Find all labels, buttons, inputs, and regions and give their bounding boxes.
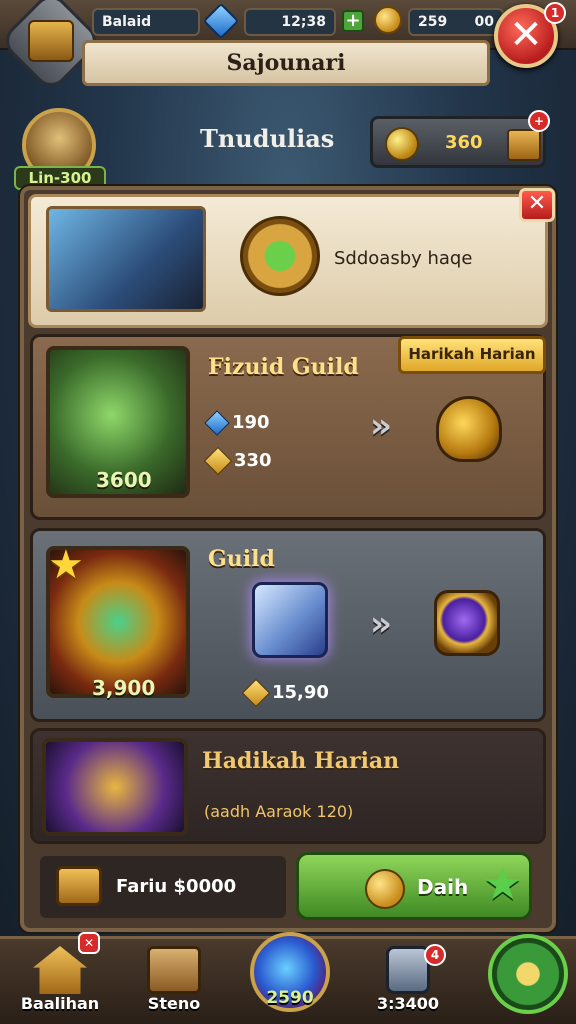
chest-icon [507, 129, 541, 161]
close-badge: 1 [544, 2, 566, 24]
card-1-gems-value: 190 [232, 412, 270, 433]
daily-button[interactable]: Daih ★ [296, 852, 532, 920]
coin-icon [365, 869, 405, 909]
card-1-gems: 190 [204, 409, 270, 436]
gold-counter[interactable]: 360 [370, 116, 546, 168]
header-banner: Sajounari [82, 40, 490, 86]
settings-orb-icon[interactable] [488, 934, 568, 1014]
nav-mail-label: 3:3400 [376, 994, 440, 1013]
gold-value: 360 [445, 132, 483, 153]
featured-hero-image [46, 206, 206, 312]
daily-button-label: Daih [417, 875, 469, 899]
extra-count: 00 [474, 14, 494, 30]
gold-leaf-icon [385, 127, 419, 161]
footer-left-text: Fariu $0000 [116, 876, 237, 897]
coin-icon [374, 6, 402, 34]
featured-close-button[interactable]: ✕ [519, 188, 555, 222]
card-1-coins-value: 330 [234, 450, 272, 471]
daily-reward-image [42, 738, 188, 836]
arrow-right-icon: » [370, 406, 392, 446]
card-2-title: Guild [208, 546, 275, 572]
harian-tag[interactable]: Harikah Harian [398, 336, 546, 374]
chest-profile-icon[interactable] [28, 20, 74, 62]
coin-count: 259 [418, 14, 448, 30]
gem-icon [204, 409, 230, 436]
reward-pouch-icon[interactable] [436, 396, 502, 462]
home-icon [33, 946, 87, 994]
card-1-title: Fizuid Guild [208, 354, 359, 380]
card-3-title: Hadikah Harian [202, 748, 400, 774]
gem-chest-icon [252, 582, 328, 658]
card-2-cost-value: 15,90 [272, 682, 329, 703]
store-box-icon [147, 946, 201, 994]
nav-store-label: Steno [147, 994, 201, 1013]
star-icon: ★ [48, 542, 84, 588]
coin-icon [203, 446, 233, 475]
coin-icon [241, 678, 271, 707]
add-gems-button[interactable]: + [342, 10, 364, 32]
reward-gem-icon[interactable] [434, 590, 500, 656]
nav-mail-badge: 4 [424, 944, 446, 966]
arrow-right-icon: » [370, 604, 392, 644]
portrait-2-label: 3,900 [92, 676, 156, 700]
add-gold-badge[interactable]: + [528, 110, 550, 132]
nav-home-close-badge[interactable]: ✕ [78, 932, 100, 954]
nav-center-label: 2590 [266, 988, 314, 1008]
card-3-subtitle: (aadh Aaraok 120) [204, 802, 354, 821]
coin-counter: 259 00 [408, 8, 504, 36]
profile-name-pill: Balaid [92, 8, 200, 36]
card-2-cost: 15,90 [241, 678, 329, 707]
gem-count: 12;38 [281, 14, 326, 30]
star-icon: ★ [483, 859, 523, 910]
emblem-icon [240, 216, 320, 296]
nav-store[interactable]: Steno [126, 940, 222, 1024]
card-1-coins: 330 [203, 446, 272, 475]
featured-text: Sddoasby haqe [334, 248, 473, 269]
chest-icon [56, 866, 102, 906]
nav-home-label: Baalihan [20, 994, 100, 1013]
portrait-1-label: 3600 [96, 468, 152, 492]
profile-name: Balaid [102, 14, 152, 30]
banner-title: Sajounari [226, 50, 346, 76]
gem-counter: 12;38 [244, 8, 336, 36]
